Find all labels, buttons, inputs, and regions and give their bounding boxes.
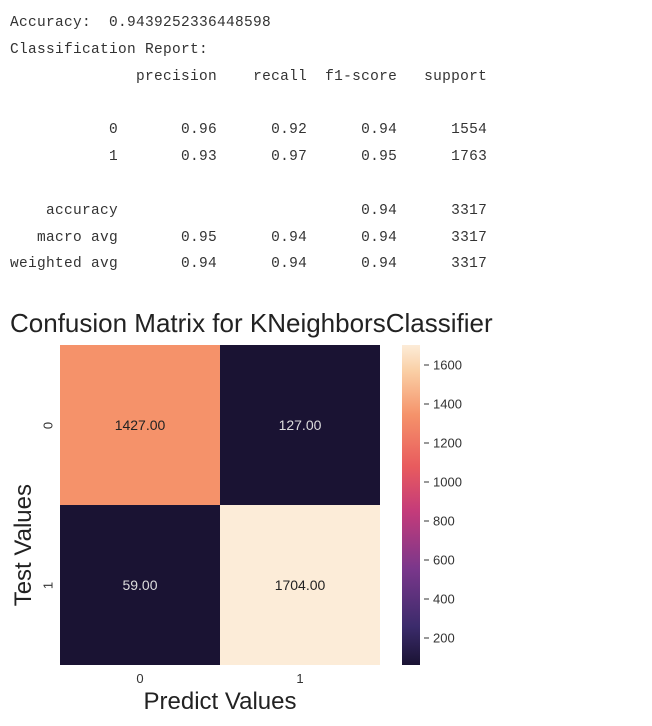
y-tick-1: 1 <box>41 579 56 591</box>
col-recall: recall <box>253 69 307 85</box>
x-tick-0: 0 <box>60 665 220 686</box>
x-tick-1: 1 <box>220 665 380 686</box>
heatmap-grid: 1427.00 127.00 59.00 1704.00 <box>60 345 380 665</box>
col-precision: precision <box>136 69 217 85</box>
colorbar-tick: 600 <box>424 552 455 567</box>
y-tick-0: 0 <box>41 419 56 431</box>
colorbar-tick: 1600 <box>424 358 462 373</box>
colorbar-tick: 1400 <box>424 397 462 412</box>
confusion-matrix-chart: Confusion Matrix for KNeighborsClassifie… <box>10 308 642 716</box>
cell-1-0: 59.00 <box>60 505 220 665</box>
chart-title: Confusion Matrix for KNeighborsClassifie… <box>10 308 642 339</box>
row-weighted: weighted avg <box>10 256 118 272</box>
cell-0-0: 1427.00 <box>60 345 220 505</box>
y-ticks: 0 1 <box>42 345 54 665</box>
cell-0-1: 127.00 <box>220 345 380 505</box>
accuracy-line: Accuracy: 0.9439252336448598 <box>10 15 271 31</box>
report-header: Classification Report: <box>10 42 208 58</box>
classification-report: Accuracy: 0.9439252336448598 Classificat… <box>10 10 642 278</box>
col-support: support <box>424 69 487 85</box>
colorbar-tick: 1000 <box>424 475 462 490</box>
colorbar-tick: 200 <box>424 630 455 645</box>
row-macro: macro avg <box>37 230 118 246</box>
row1-label: 1 <box>109 149 118 165</box>
row-accuracy: accuracy <box>46 203 118 219</box>
col-f1: f1-score <box>325 69 397 85</box>
cell-1-1: 1704.00 <box>220 505 380 665</box>
y-axis-label: Test Values <box>10 454 38 606</box>
colorbar-gradient <box>402 345 420 665</box>
colorbar-tick: 400 <box>424 591 455 606</box>
row0-label: 0 <box>109 122 118 138</box>
x-axis-label: Predict Values <box>60 688 380 716</box>
colorbar-tick: 1200 <box>424 436 462 451</box>
colorbar-tick: 800 <box>424 513 455 528</box>
colorbar: 1600140012001000800600400200 <box>402 345 424 665</box>
x-ticks: 0 1 <box>60 665 380 686</box>
